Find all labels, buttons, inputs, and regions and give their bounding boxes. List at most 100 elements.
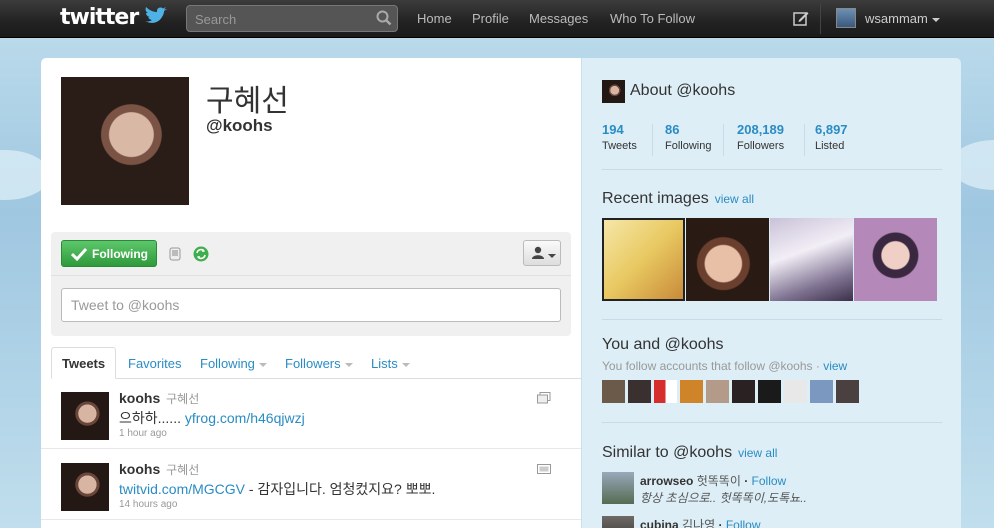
device-notifications-icon[interactable] bbox=[169, 247, 181, 261]
tweet-author[interactable]: koohs 구혜선 bbox=[119, 461, 199, 478]
avatar[interactable] bbox=[602, 380, 625, 403]
stat-following[interactable]: 86 Following bbox=[665, 122, 721, 158]
avatar[interactable] bbox=[706, 380, 729, 403]
stat-listed-count: 6,897 bbox=[815, 122, 848, 137]
chevron-down-icon bbox=[931, 17, 940, 22]
user-actions-dropdown[interactable] bbox=[523, 240, 561, 266]
search-input[interactable]: Search bbox=[186, 5, 398, 32]
stat-listed-label: Listed bbox=[815, 140, 845, 152]
recent-image[interactable] bbox=[602, 218, 685, 301]
tweet-text-body: 으하하...... bbox=[119, 410, 185, 426]
stat-tweets-label: Tweets bbox=[602, 140, 637, 152]
tweet-fullname: 구혜선 bbox=[166, 463, 200, 477]
you-and-title: You and @koohs bbox=[602, 336, 724, 353]
nav-profile[interactable]: Profile bbox=[472, 11, 509, 26]
similar-title-label: Similar to @koohs bbox=[602, 444, 733, 461]
twitter-bird-icon bbox=[145, 7, 167, 23]
nav-messages[interactable]: Messages bbox=[529, 11, 588, 26]
avatar[interactable] bbox=[602, 516, 634, 528]
following-button-label: Following bbox=[92, 247, 148, 261]
tab-followers-label: Followers bbox=[285, 356, 341, 371]
tweet-text-after: - 감자입니다. 엄청컸지요? 뽀뽀. bbox=[245, 481, 436, 497]
tweet-avatar[interactable] bbox=[61, 463, 109, 511]
account-menu[interactable]: wsammam bbox=[865, 11, 940, 26]
video-icon[interactable] bbox=[537, 463, 551, 475]
similar-user[interactable]: cubina 김나영 · Follow bbox=[640, 516, 761, 528]
tweet-link[interactable]: yfrog.com/h46qjwzj bbox=[185, 410, 305, 426]
tweet-timestamp[interactable]: 14 hours ago bbox=[119, 499, 177, 510]
tweet-item[interactable]: koohs 구혜선 twitvid.com/MGCGV - 감자입니다. 엄청컸… bbox=[41, 450, 581, 520]
avatar[interactable] bbox=[810, 380, 833, 403]
search-icon[interactable] bbox=[376, 10, 392, 26]
you-follow-label: You follow accounts that follow @koohs · bbox=[602, 359, 820, 373]
recent-image[interactable] bbox=[854, 218, 937, 301]
similar-fullname: 헛똑똑이 bbox=[696, 474, 741, 488]
avatar[interactable] bbox=[680, 380, 703, 403]
tab-tweets[interactable]: Tweets bbox=[51, 347, 117, 379]
similar-fullname: 김나영 bbox=[682, 518, 716, 528]
topbar-divider bbox=[820, 4, 821, 34]
stat-tweets[interactable]: 194 Tweets bbox=[602, 122, 647, 158]
profile-tabs: Tweets Favorites Following Followers Lis… bbox=[51, 347, 581, 379]
avatar[interactable] bbox=[758, 380, 781, 403]
divider bbox=[723, 124, 724, 156]
person-icon bbox=[532, 246, 544, 259]
tab-followers[interactable]: Followers bbox=[285, 356, 353, 371]
avatar[interactable] bbox=[836, 8, 856, 28]
tweet-link[interactable]: twitvid.com/MGCGV bbox=[119, 481, 245, 497]
follow-link[interactable]: Follow bbox=[752, 474, 787, 488]
tweet-avatar[interactable] bbox=[61, 392, 109, 440]
avatar[interactable] bbox=[602, 80, 625, 103]
stat-following-count: 86 bbox=[665, 122, 680, 137]
similar-username: cubina bbox=[640, 518, 679, 528]
similar-view-all[interactable]: view all bbox=[738, 446, 777, 460]
tweet-to-input[interactable]: Tweet to @koohs bbox=[61, 288, 561, 322]
recent-images-view-all[interactable]: view all bbox=[715, 192, 754, 206]
recent-images-title: Recent images view all bbox=[602, 190, 754, 208]
avatar[interactable] bbox=[654, 380, 677, 403]
tab-favorites-label: Favorites bbox=[128, 356, 182, 371]
tweet-text: twitvid.com/MGCGV - 감자입니다. 엄청컸지요? 뽀뽀. bbox=[119, 479, 435, 499]
avatar[interactable] bbox=[836, 380, 859, 403]
avatar[interactable] bbox=[784, 380, 807, 403]
follow-link[interactable]: Follow bbox=[726, 518, 761, 528]
tab-favorites[interactable]: Favorites bbox=[128, 356, 181, 371]
tab-lists[interactable]: Lists bbox=[371, 356, 410, 371]
nav-who-to-follow[interactable]: Who To Follow bbox=[610, 11, 695, 26]
check-icon bbox=[71, 247, 87, 261]
similar-username: arrowseo bbox=[640, 474, 694, 488]
stat-followers-count: 208,189 bbox=[737, 122, 784, 137]
avatar[interactable] bbox=[628, 380, 651, 403]
profile-main: 구혜선 @koohs Following Tweet to @koohs Twe… bbox=[41, 58, 581, 528]
stat-listed[interactable]: 6,897 Listed bbox=[815, 122, 858, 158]
recent-images-label: Recent images bbox=[602, 190, 709, 207]
retweets-toggle-icon[interactable] bbox=[193, 246, 209, 262]
profile-actions: Following Tweet to @koohs bbox=[51, 232, 571, 336]
photo-icon[interactable] bbox=[537, 392, 551, 404]
tweet-author[interactable]: koohs 구혜선 bbox=[119, 390, 199, 407]
about-title: About @koohs bbox=[630, 82, 736, 99]
tweet-timestamp[interactable]: 1 hour ago bbox=[119, 428, 167, 439]
chevron-down-icon bbox=[401, 362, 410, 367]
avatar[interactable] bbox=[602, 472, 634, 504]
recent-image[interactable] bbox=[686, 218, 769, 301]
avatar[interactable] bbox=[732, 380, 755, 403]
tweet-username: koohs bbox=[119, 461, 161, 477]
divider bbox=[51, 275, 571, 276]
you-follow-view-link[interactable]: view bbox=[823, 359, 847, 373]
stat-followers[interactable]: 208,189 Followers bbox=[737, 122, 794, 158]
tab-following-label: Following bbox=[200, 356, 255, 371]
profile-avatar[interactable] bbox=[61, 77, 189, 205]
similar-bio: 항상 초심으로.. 헛똑똑이,도톡뇨.. bbox=[640, 491, 807, 505]
compose-tweet-icon[interactable] bbox=[793, 10, 809, 26]
similar-user[interactable]: arrowseo 헛똑똑이 · Follow bbox=[640, 472, 786, 489]
tweet-item[interactable]: koohs 구혜선 으하하...... yfrog.com/h46qjwzj 1… bbox=[41, 379, 581, 449]
account-username: wsammam bbox=[865, 11, 928, 26]
nav-home[interactable]: Home bbox=[417, 11, 452, 26]
following-button[interactable]: Following bbox=[61, 240, 157, 267]
recent-image[interactable] bbox=[770, 218, 853, 301]
divider bbox=[602, 319, 942, 320]
divider bbox=[602, 422, 942, 423]
tab-following[interactable]: Following bbox=[200, 356, 267, 371]
twitter-logo[interactable]: twitter bbox=[60, 5, 139, 30]
